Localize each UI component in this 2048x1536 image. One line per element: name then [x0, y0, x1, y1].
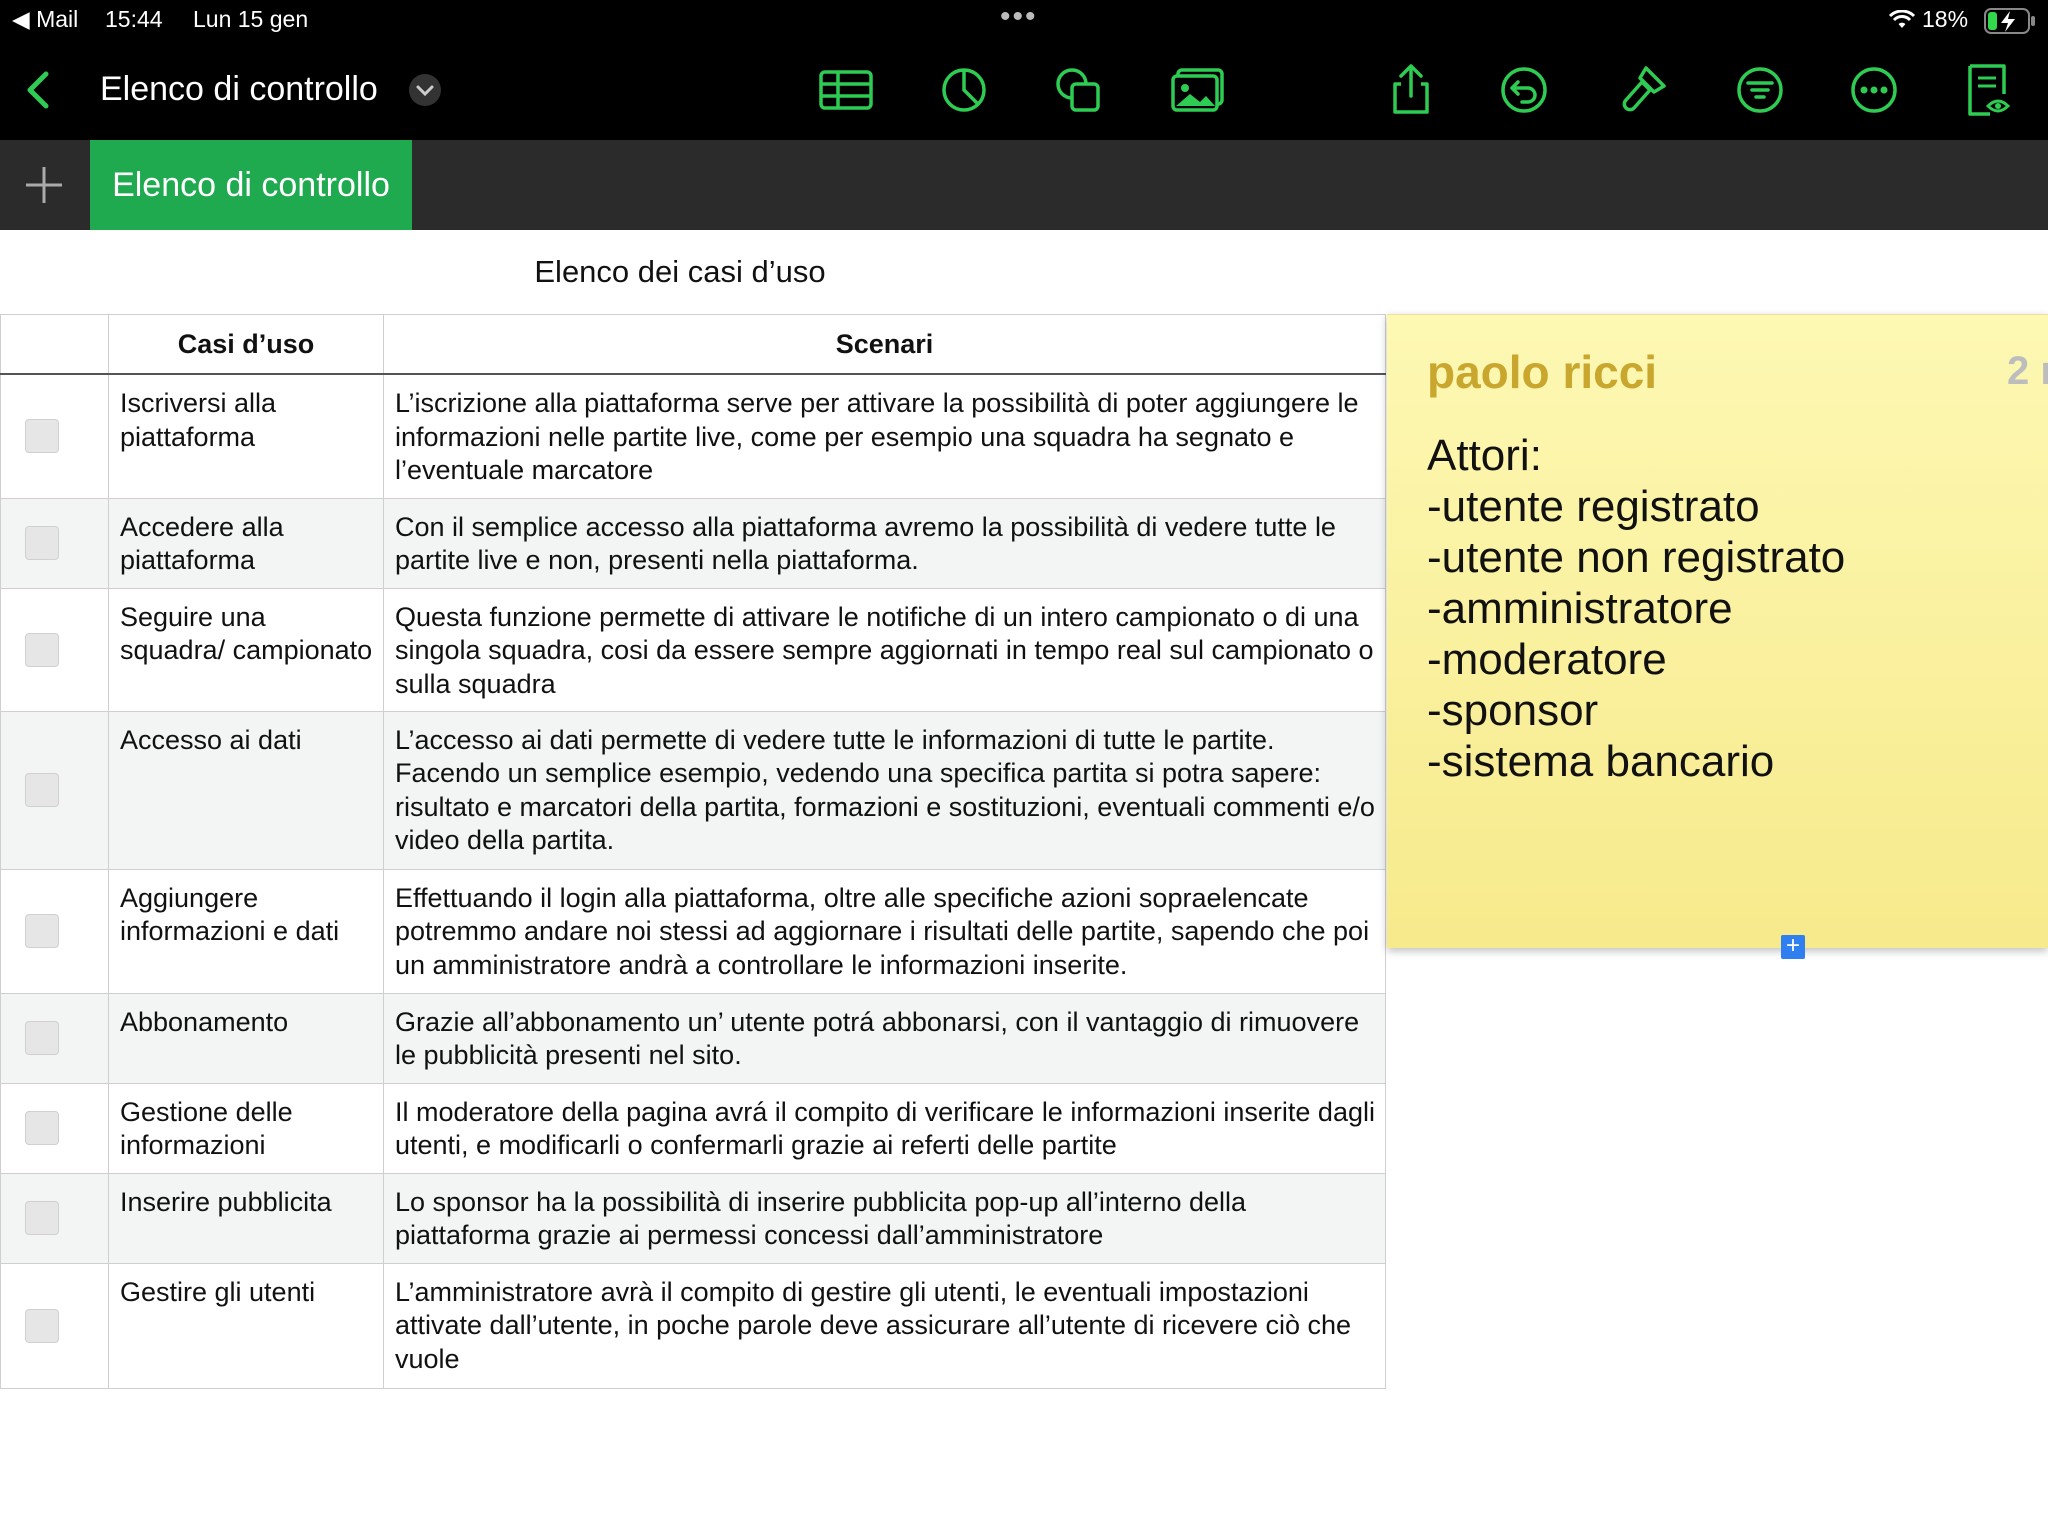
- use-case-cell[interactable]: Seguire una squadra/ campionato: [108, 587, 384, 712]
- multitasking-dots-icon[interactable]: •••: [1000, 0, 1038, 34]
- row-checkbox[interactable]: [25, 914, 59, 948]
- format-brush-icon[interactable]: [1614, 62, 1670, 118]
- scenario-cell[interactable]: Questa funzione permette di attivare le …: [383, 587, 1386, 712]
- undo-icon[interactable]: [1496, 62, 1552, 118]
- media-icon[interactable]: [1170, 62, 1226, 118]
- sheet-tab-bar: Elenco di controllo: [0, 140, 2048, 230]
- scenario-cell[interactable]: L’accesso ai dati permette di vedere tut…: [383, 710, 1386, 870]
- scenario-cell[interactable]: Con il semplice accesso alla piattaforma…: [383, 497, 1386, 589]
- use-case-cell[interactable]: Gestire gli utenti: [108, 1262, 384, 1389]
- shapes-icon[interactable]: [1050, 62, 1106, 118]
- scenario-cell[interactable]: Lo sponsor ha la possibilità di inserire…: [383, 1172, 1386, 1264]
- wifi-icon: [1888, 10, 1916, 28]
- battery-charging-icon: [1984, 8, 2035, 34]
- table-row: Gestire gli utenti L’amministratore avrà…: [0, 1262, 1386, 1389]
- row-checkbox[interactable]: [25, 773, 59, 807]
- organize-icon[interactable]: [1732, 62, 1788, 118]
- back-to-app-link[interactable]: ◀ Mail: [12, 6, 78, 33]
- use-case-cell[interactable]: Gestione delle informazioni: [108, 1082, 384, 1174]
- use-case-table[interactable]: Casi d’uso Scenari Iscriversi alla piatt…: [0, 314, 1386, 1389]
- table-icon[interactable]: [818, 62, 874, 118]
- use-case-cell[interactable]: Aggiungere informazioni e dati: [108, 868, 384, 994]
- add-sheet-button[interactable]: [0, 140, 88, 230]
- row-checkbox[interactable]: [25, 1201, 59, 1235]
- use-case-cell[interactable]: Accesso ai dati: [108, 710, 384, 870]
- header-checkbox-column[interactable]: [0, 314, 109, 375]
- table-row: Iscriversi alla piattaforma L’iscrizione…: [0, 373, 1386, 499]
- document-title[interactable]: Elenco di controllo: [100, 70, 378, 109]
- row-checkbox[interactable]: [25, 526, 59, 560]
- table-title[interactable]: Elenco dei casi d’uso: [0, 254, 1360, 290]
- battery-percentage: 18%: [1922, 6, 1969, 32]
- comment-body[interactable]: Attori: -utente registrato -utente non r…: [1427, 430, 1845, 787]
- toolbar: Elenco di controllo: [0, 40, 2048, 140]
- use-case-cell[interactable]: Accedere alla piattaforma: [108, 497, 384, 589]
- scenario-cell[interactable]: Effettuando il login alla piattaforma, o…: [383, 868, 1386, 994]
- comment-resize-handle[interactable]: +: [1781, 934, 1805, 959]
- table-row: Gestione delle informazioni Il moderator…: [0, 1082, 1386, 1174]
- comment-count: 2 r: [2007, 349, 2048, 393]
- header-use-case[interactable]: Casi d’uso: [108, 314, 384, 375]
- row-checkbox[interactable]: [25, 419, 59, 454]
- table-row: Accedere alla piattaforma Con il semplic…: [0, 497, 1386, 589]
- reading-view-icon[interactable]: [1960, 62, 2016, 118]
- plus-icon: [26, 167, 62, 203]
- use-case-cell[interactable]: Inserire pubblicita: [108, 1172, 384, 1264]
- table-row: Inserire pubblicita Lo sponsor ha la pos…: [0, 1172, 1386, 1264]
- status-bar: ◀ Mail 15:44 Lun 15 gen ••• 18%: [0, 0, 2048, 40]
- more-icon[interactable]: [1846, 62, 1902, 118]
- scenario-cell[interactable]: L’iscrizione alla piattaforma serve per …: [383, 373, 1386, 499]
- header-scenarios[interactable]: Scenari: [383, 314, 1386, 375]
- scenario-cell[interactable]: Grazie all’abbonamento un’ utente potrá …: [383, 992, 1386, 1084]
- use-case-cell[interactable]: Iscriversi alla piattaforma: [108, 373, 384, 499]
- clock: 15:44: [105, 6, 163, 32]
- title-dropdown-icon[interactable]: [408, 73, 442, 107]
- table-row: Seguire una squadra/ campionato Questa f…: [0, 587, 1386, 712]
- table-header-row: Casi d’uso Scenari: [0, 314, 1386, 375]
- chart-icon[interactable]: [936, 62, 992, 118]
- table-row: Abbonamento Grazie all’abbonamento un’ u…: [0, 992, 1386, 1084]
- use-case-cell[interactable]: Abbonamento: [108, 992, 384, 1084]
- date: Lun 15 gen: [193, 6, 309, 32]
- share-icon[interactable]: [1383, 62, 1439, 118]
- comment-author: paolo ricci: [1427, 346, 1658, 398]
- back-chevron-icon[interactable]: [22, 70, 54, 110]
- row-checkbox[interactable]: [25, 632, 59, 667]
- row-checkbox[interactable]: [25, 1308, 59, 1343]
- row-checkbox[interactable]: [25, 1111, 59, 1145]
- scenario-cell[interactable]: Il moderatore della pagina avrá il compi…: [383, 1082, 1386, 1174]
- sheet-tab-active[interactable]: Elenco di controllo: [90, 140, 412, 230]
- table-row: Aggiungere informazioni e dati Effettuan…: [0, 868, 1386, 994]
- scenario-cell[interactable]: L’amministratore avrà il compito di gest…: [383, 1262, 1386, 1389]
- comment-note[interactable]: paolo ricci 2 r Attori: -utente registra…: [1387, 314, 2048, 948]
- row-checkbox[interactable]: [25, 1021, 59, 1055]
- table-row: Accesso ai dati L’accesso ai dati permet…: [0, 710, 1386, 870]
